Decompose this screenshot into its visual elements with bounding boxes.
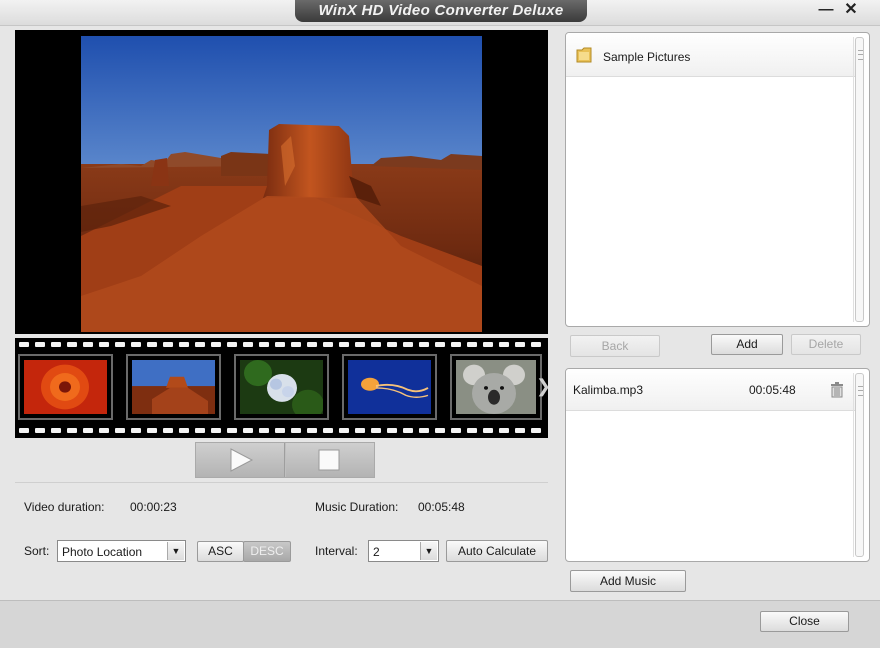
music-list-scrollbar[interactable]	[853, 373, 866, 557]
delete-button[interactable]: Delete	[791, 334, 861, 355]
minimize-button[interactable]: —	[814, 0, 838, 20]
play-button[interactable]	[196, 443, 285, 477]
add-music-button[interactable]: Add Music	[570, 570, 686, 592]
music-list: Kalimba.mp3 00:05:48	[565, 368, 870, 562]
back-button[interactable]: Back	[570, 335, 660, 357]
divider	[15, 482, 548, 483]
interval-select-value: 2	[373, 545, 380, 559]
asc-button[interactable]: ASC	[197, 541, 244, 562]
window-title: WinX HD Video Converter Deluxe	[295, 0, 587, 22]
folder-name: Sample Pictures	[603, 50, 691, 64]
thumbnail-koala[interactable]	[450, 354, 542, 420]
thumbnail-desert[interactable]	[126, 354, 221, 420]
stop-button[interactable]	[286, 443, 374, 477]
folder-list-scrollbar[interactable]	[853, 37, 866, 322]
music-name: Kalimba.mp3	[573, 383, 644, 397]
stop-icon	[318, 449, 340, 471]
thumbnail-jellyfish[interactable]	[342, 354, 437, 420]
sort-select[interactable]: Photo Location ▼	[57, 540, 186, 562]
footer-bar	[0, 600, 880, 648]
thumbnail-flower[interactable]	[18, 354, 113, 420]
film-strip: ❯	[15, 338, 548, 438]
folder-icon	[576, 47, 592, 63]
sort-select-value: Photo Location	[62, 545, 143, 559]
dropdown-arrow-icon: ▼	[167, 542, 184, 560]
video-duration-value: 00:00:23	[130, 500, 177, 514]
preview-image	[81, 36, 482, 332]
list-item[interactable]: Kalimba.mp3 00:05:48	[566, 369, 856, 411]
thumbnail-hydrangea[interactable]	[234, 354, 329, 420]
interval-select[interactable]: 2 ▼	[368, 540, 439, 562]
play-icon	[230, 448, 254, 472]
music-duration-label: Music Duration:	[315, 500, 399, 514]
trash-icon[interactable]	[830, 382, 844, 398]
close-button[interactable]: Close	[760, 611, 849, 632]
dropdown-arrow-icon: ▼	[420, 542, 437, 560]
music-duration-value: 00:05:48	[418, 500, 465, 514]
film-perforations-bottom	[15, 424, 548, 438]
interval-label: Interval:	[315, 544, 358, 558]
list-item[interactable]: Sample Pictures	[566, 33, 856, 77]
folder-list: Sample Pictures	[565, 32, 870, 327]
music-duration: 00:05:48	[749, 383, 796, 397]
add-button[interactable]: Add	[711, 334, 783, 355]
video-duration-label: Video duration:	[24, 500, 105, 514]
sort-label: Sort:	[24, 544, 50, 558]
playback-controls	[195, 442, 375, 478]
desc-button[interactable]: DESC	[243, 541, 291, 562]
auto-calculate-button[interactable]: Auto Calculate	[446, 540, 548, 562]
film-next-arrow-icon[interactable]: ❯	[536, 376, 548, 397]
close-window-button[interactable]: ✕	[839, 0, 863, 20]
film-perforations-top	[15, 338, 548, 352]
photo-preview	[15, 30, 548, 334]
